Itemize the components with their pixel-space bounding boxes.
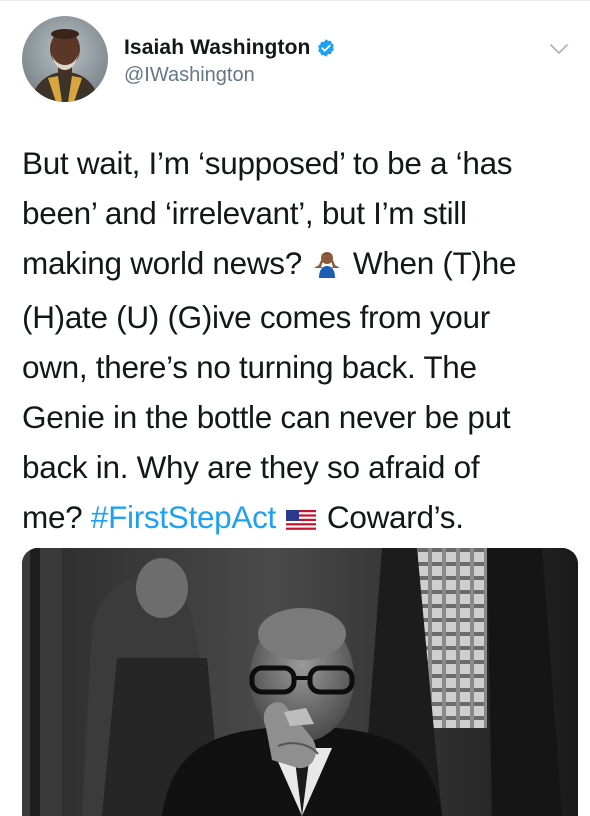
tweet-line: been’ and ‘irrelevant’, but I’m still xyxy=(22,195,467,231)
tweet-line: back in. Why are they so afraid of xyxy=(22,449,480,485)
avatar[interactable] xyxy=(22,16,108,102)
tweet-line: (H)ate (U) (G)ive comes from your xyxy=(22,299,490,335)
author-handle[interactable]: @IWashington xyxy=(124,64,336,87)
tweet-text-segment: Coward’s. xyxy=(326,499,464,535)
tweet-line: own, there’s no turning back. The xyxy=(22,349,477,385)
us-flag-emoji xyxy=(286,496,317,546)
tweet-line: me? #FirstStepAct Coward’s. xyxy=(22,492,572,546)
tweet-photo[interactable] xyxy=(22,548,578,816)
tweet-text-segment: making world news? xyxy=(22,245,302,281)
tweet-line: But wait, I’m ‘supposed’ to be a ‘has xyxy=(22,145,513,181)
tweet-text: But wait, I’m ‘supposed’ to be a ‘has be… xyxy=(22,138,572,546)
chevron-down-icon[interactable] xyxy=(548,38,570,60)
verified-badge-icon xyxy=(316,38,336,58)
tweet-card: Isaiah Washington @IWashington But wait,… xyxy=(0,0,590,816)
person-shrugging-emoji xyxy=(312,242,342,292)
author-names: Isaiah Washington @IWashington xyxy=(124,34,336,87)
display-name-row: Isaiah Washington xyxy=(124,34,336,62)
tweet-line: Genie in the bottle can never be put xyxy=(22,399,511,435)
hashtag-link[interactable]: #FirstStepAct xyxy=(91,499,276,535)
top-divider xyxy=(0,0,590,1)
tweet-header: Isaiah Washington @IWashington xyxy=(22,16,572,108)
tweet-text-segment: me? xyxy=(22,499,83,535)
tweet-text-segment: When (T)he xyxy=(352,245,517,281)
tweet-line: making world news? When (T)he xyxy=(22,238,572,292)
display-name[interactable]: Isaiah Washington xyxy=(124,36,310,60)
